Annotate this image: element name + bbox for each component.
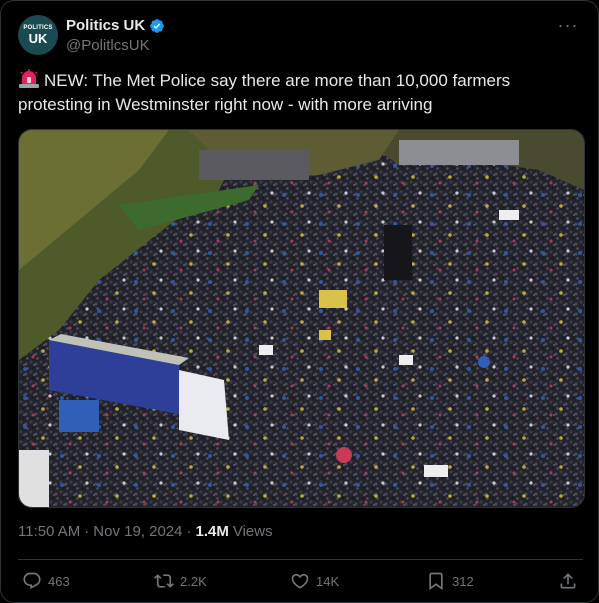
reply-count: 463 (48, 573, 70, 589)
tweet-card: POLITICS UK Politics UK @PolitlcsUK ··· … (0, 0, 599, 603)
name-row: Politics UK (66, 17, 165, 34)
reply-button[interactable]: 463 (22, 571, 70, 591)
avatar[interactable]: POLITICS UK (18, 15, 58, 55)
tweet-meta: 11:50 AM · Nov 19, 2024 · 1.4M Views (18, 523, 273, 540)
repost-count: 2.2K (180, 573, 207, 589)
share-icon (560, 573, 576, 589)
action-bar: 463 2.2K 14K 312 (18, 567, 583, 597)
tweet-text: NEW: The Met Police say there are more t… (18, 69, 578, 117)
meta-separator: · (84, 523, 90, 540)
post-date[interactable]: Nov 19, 2024 (93, 523, 182, 540)
views-count: 1.4M (195, 523, 229, 540)
divider (18, 559, 583, 560)
bookmark-icon (429, 572, 443, 591)
more-options-icon[interactable]: ··· (553, 15, 583, 35)
post-time[interactable]: 11:50 AM (18, 523, 80, 540)
share-button[interactable] (558, 571, 578, 591)
bookmark-count: 312 (452, 573, 474, 589)
tweet-photo[interactable] (18, 129, 585, 508)
police-siren-icon (19, 69, 39, 88)
views-label: Views (232, 523, 273, 540)
repost-button[interactable]: 2.2K (154, 571, 207, 591)
protest-crowd-image (19, 130, 584, 507)
repost-icon (154, 574, 174, 588)
meta-separator: · (186, 523, 192, 540)
like-button[interactable]: 14K (290, 571, 339, 591)
display-name[interactable]: Politics UK (66, 17, 145, 34)
reply-icon (23, 572, 41, 590)
tweet-header: POLITICS UK Politics UK @PolitlcsUK ··· (18, 15, 583, 59)
tweet-body: NEW: The Met Police say there are more t… (18, 71, 511, 114)
verified-badge-icon (150, 18, 165, 33)
bookmark-button[interactable]: 312 (426, 571, 474, 591)
avatar-text-big: UK (28, 31, 48, 46)
like-count: 14K (316, 573, 340, 589)
handle[interactable]: @PolitlcsUK (66, 37, 150, 54)
heart-icon (291, 573, 309, 589)
